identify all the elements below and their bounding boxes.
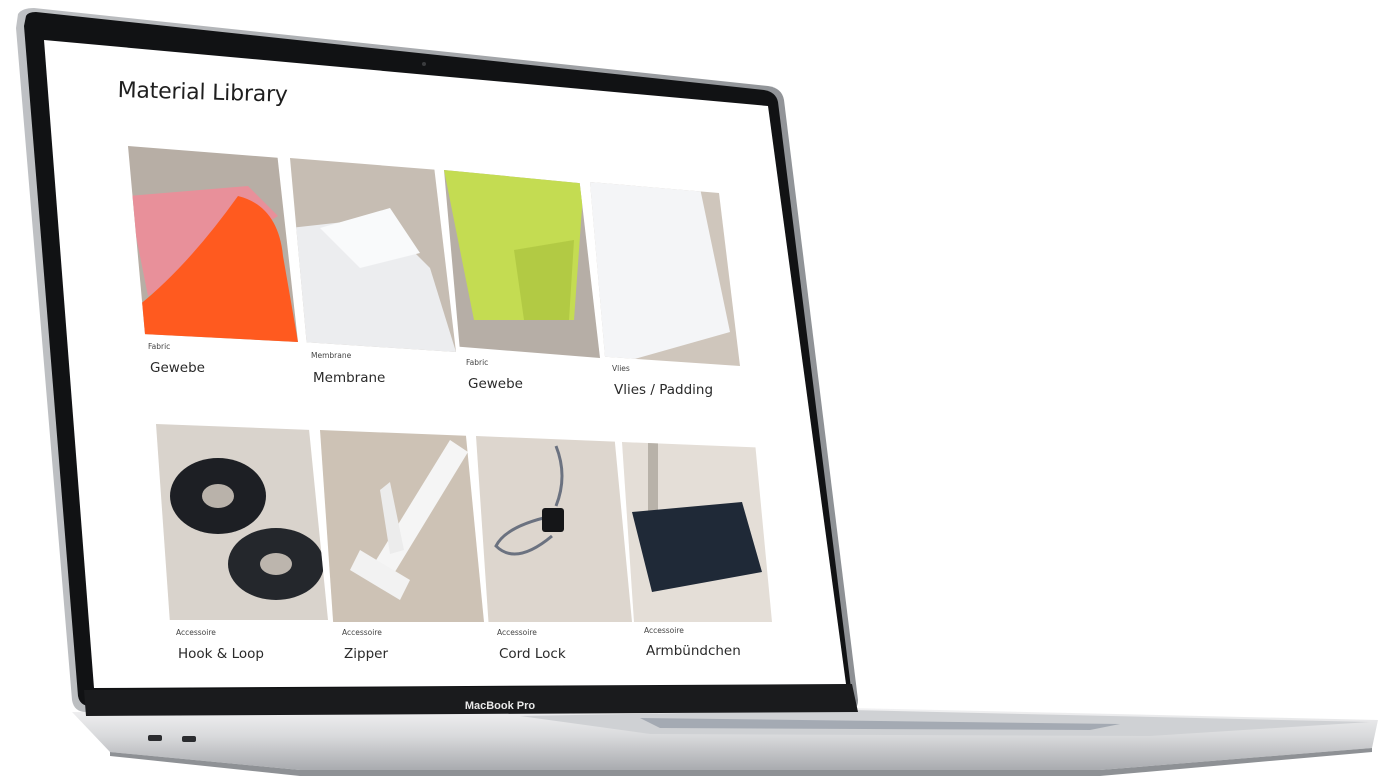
cord-lock-photo	[476, 436, 632, 622]
material-name: Vlies / Padding	[614, 382, 714, 398]
white-zipper-photo	[320, 430, 484, 622]
material-name: Cord Lock	[499, 646, 566, 662]
lime-fabric-swatch-image	[444, 170, 600, 358]
material-category: Fabric	[466, 358, 489, 367]
material-category: Accessoire	[176, 628, 216, 637]
device-label: MacBook Pro	[464, 700, 536, 712]
material-name: Gewebe	[150, 360, 205, 376]
material-category: Fabric	[148, 342, 171, 351]
material-name: Gewebe	[468, 376, 523, 392]
orange-pink-fabric-swatch-image	[128, 146, 298, 342]
velcro-roll-photo	[156, 424, 328, 620]
material-category: Accessoire	[644, 626, 684, 635]
material-name: Armbündchen	[646, 643, 741, 659]
material-category: Accessoire	[497, 628, 537, 637]
white-padding-swatch-image	[590, 182, 740, 366]
material-name: Zipper	[344, 646, 388, 662]
ribbed-cuff-photo	[622, 442, 772, 622]
white-membrane-swatch-image	[290, 158, 456, 352]
material-name: Membrane	[313, 370, 386, 386]
screen: Material Library Fabric Gewebe Membrane …	[0, 0, 1378, 779]
material-category: Membrane	[311, 351, 352, 360]
page-title: Material Library	[117, 78, 289, 108]
material-category: Vlies	[612, 364, 630, 373]
material-name: Hook & Loop	[178, 646, 264, 662]
material-category: Accessoire	[342, 628, 382, 637]
